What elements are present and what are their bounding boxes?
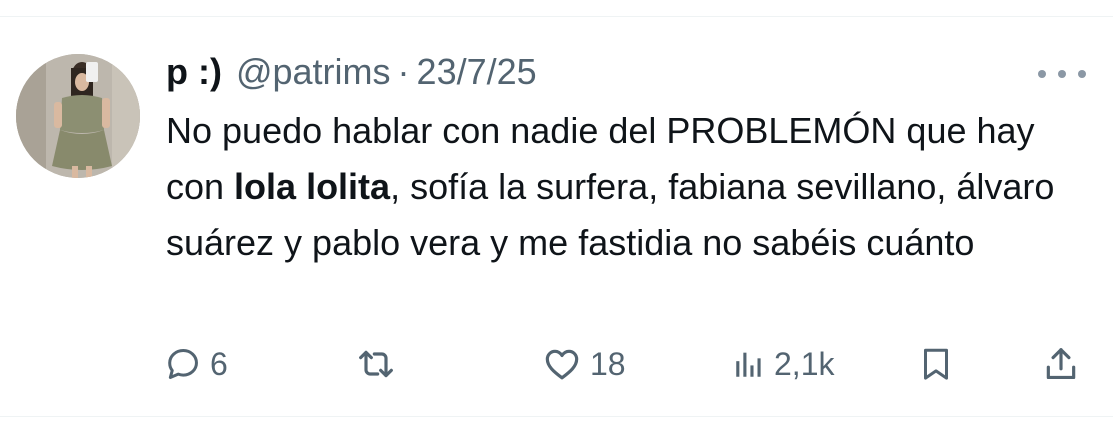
top-divider <box>0 16 1113 17</box>
more-icon[interactable] <box>1038 60 1086 88</box>
tweet-date[interactable]: 23/7/25 <box>417 50 537 94</box>
reply-button[interactable]: 6 <box>164 336 228 392</box>
more-dot <box>1038 70 1046 78</box>
retweet-icon <box>356 344 396 384</box>
tweet-text-bold: lola lolita <box>234 166 391 207</box>
share-button[interactable] <box>1042 336 1080 392</box>
tweet-text: No puedo hablar con nadie del PROBLEMÓN … <box>166 103 1066 271</box>
views-icon <box>732 346 766 382</box>
retweet-button[interactable] <box>356 336 404 392</box>
views-button[interactable]: 2,1k <box>732 336 834 392</box>
separator-dot: · <box>397 51 410 92</box>
more-dot <box>1078 70 1086 78</box>
bottom-divider <box>0 416 1113 417</box>
more-dot <box>1058 70 1066 78</box>
share-icon <box>1042 344 1080 384</box>
user-handle[interactable]: @patrims <box>236 50 391 94</box>
heart-icon <box>542 344 582 384</box>
avatar[interactable] <box>16 54 140 178</box>
bookmark-button[interactable] <box>918 336 954 392</box>
reply-icon <box>164 345 202 383</box>
reply-count: 6 <box>210 345 228 382</box>
bookmark-icon <box>918 344 954 384</box>
like-count: 18 <box>590 345 626 382</box>
views-count: 2,1k <box>774 345 835 382</box>
like-button[interactable]: 18 <box>542 336 626 392</box>
tweet-header: p :) @patrims · 23/7/25 <box>166 50 537 94</box>
action-bar: 6 18 2,1k <box>0 336 1113 392</box>
display-name[interactable]: p :) <box>166 50 222 94</box>
